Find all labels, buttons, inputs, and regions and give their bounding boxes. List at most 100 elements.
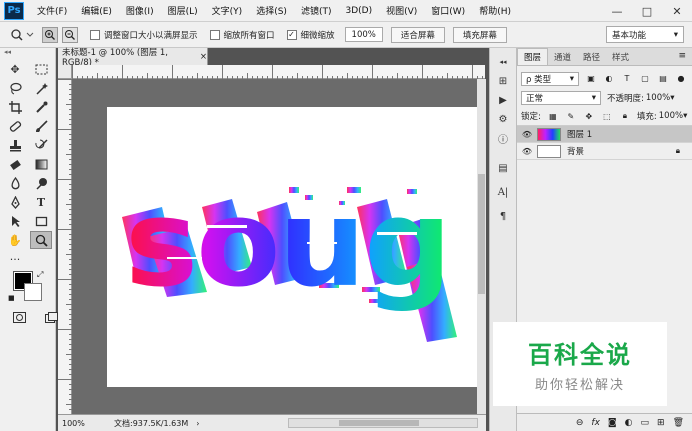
trash-icon[interactable]: 🗑︎ [673,418,684,428]
maximize-button[interactable]: □ [632,0,662,22]
tool-preset-picker[interactable] [6,25,38,45]
eraser-tool-icon[interactable] [4,155,26,173]
tab-styles[interactable]: 样式 [606,49,635,65]
eyedropper-tool-icon[interactable] [30,98,52,116]
filter-shape-icon[interactable]: ▢ [639,73,651,85]
magic-wand-tool-icon[interactable] [30,79,52,97]
visibility-eye-icon[interactable]: 👁︎ [517,130,537,139]
opacity-value[interactable]: 100% [646,93,670,103]
menu-file[interactable]: 文件(F) [30,4,74,17]
menu-3d[interactable]: 3D(D) [338,6,379,16]
history-panel-icon[interactable]: ⊞ [493,73,513,89]
fit-screen-button[interactable]: 适合屏幕 [390,26,445,43]
horizontal-ruler[interactable] [72,65,485,79]
fill-screen-button[interactable]: 填充屏幕 [452,26,507,43]
clone-stamp-tool-icon[interactable] [4,136,26,154]
menu-view[interactable]: 视图(V) [379,4,424,17]
swap-colors-icon[interactable]: ⤢ [37,270,43,280]
close-button[interactable]: ✕ [662,0,692,22]
lock-transparent-icon[interactable]: ▦ [547,110,559,122]
layer-row[interactable]: 👁︎ 背景 🔒︎ [517,143,692,160]
menu-type[interactable]: 文字(Y) [205,4,250,17]
link-layers-icon[interactable]: ⊖ [576,418,584,428]
filter-toggle-icon[interactable]: ● [675,73,687,85]
rectangle-tool-icon[interactable] [30,212,52,230]
pen-tool-icon[interactable] [4,193,26,211]
status-zoom-field[interactable]: 100% [58,419,88,428]
zoom-tool-icon[interactable] [30,231,52,249]
workspace-select[interactable]: 基本功能 ▾ [606,26,684,43]
scrollbar-thumb[interactable] [339,420,419,426]
lock-all-icon[interactable]: 🔒︎ [619,110,631,122]
chevron-down-icon[interactable]: ▾ [683,111,687,121]
more-tools-icon[interactable]: ··· [4,250,26,268]
healing-brush-tool-icon[interactable] [4,117,26,135]
crop-tool-icon[interactable] [4,98,26,116]
minimize-button[interactable]: — [602,0,632,22]
filter-smart-object-icon[interactable]: ▤ [657,73,669,85]
default-colors-icon[interactable]: ■ [8,294,15,302]
menu-help[interactable]: 帮助(H) [472,4,518,17]
zoom-out-button[interactable] [62,26,78,43]
zoom-all-checkbox[interactable]: 缩放所有窗口 [209,29,275,41]
resize-windows-checkbox[interactable]: 调整窗口大小以满屏显示 [90,29,198,41]
lock-position-icon[interactable]: ✥ [583,110,595,122]
document-tab[interactable]: 未标题-1 @ 100% (图层 1, RGB/8) * × [58,48,208,68]
scrollbar-thumb[interactable] [478,174,485,294]
menu-window[interactable]: 窗口(W) [424,4,472,17]
actions-play-icon[interactable]: ▶ [493,92,513,108]
zoom-value-field[interactable]: 100% [344,27,383,42]
zoom-in-button[interactable] [42,26,58,43]
adjustment-layer-icon[interactable]: ◐ [625,418,633,428]
scrubby-zoom-checkbox[interactable]: ✓ 细微缩放 [286,29,335,41]
ruler-origin[interactable] [58,65,72,79]
type-tool-icon[interactable]: T [30,193,52,211]
quick-mask-icon[interactable] [8,308,30,326]
info-panel-icon[interactable]: ⓘ [493,130,513,146]
horizontal-scrollbar[interactable] [288,418,478,428]
menu-image[interactable]: 图像(I) [119,4,161,17]
lasso-tool-icon[interactable] [4,79,26,97]
character-panel-icon[interactable]: A| [493,184,513,200]
path-selection-tool-icon[interactable] [4,212,26,230]
properties-panel-icon[interactable]: ⚙ [493,111,513,127]
dodge-tool-icon[interactable] [30,174,52,192]
new-layer-icon[interactable]: ⊞ [657,418,665,428]
layer-row[interactable]: 👁︎ 图层 1 [517,126,692,143]
menu-filter[interactable]: 滤镜(T) [294,4,339,17]
hand-tool-icon[interactable]: ✋ [4,231,26,249]
menu-select[interactable]: 选择(S) [249,4,294,17]
tab-layers[interactable]: 图层 [517,48,549,65]
chevron-down-icon[interactable]: ▾ [670,93,674,103]
paragraph-panel-icon[interactable]: ¶ [493,208,513,224]
status-arrow-icon[interactable]: › [196,419,199,428]
filter-type-icon[interactable]: T [621,73,633,85]
expand-panels-icon[interactable]: ◂◂ [493,54,513,70]
adjustments-panel-icon[interactable]: ▤ [493,160,513,176]
fill-value[interactable]: 100% [659,111,683,121]
close-tab-icon[interactable]: × [200,52,207,62]
visibility-eye-icon[interactable]: 👁︎ [517,147,537,156]
marquee-tool-icon[interactable] [30,60,52,78]
move-tool-icon[interactable]: ✥ [4,60,26,78]
document-canvas[interactable]: soug [107,107,477,387]
group-folder-icon[interactable]: ▭ [641,418,650,428]
filter-kind-select[interactable]: ρ 类型 ▾ [521,71,579,86]
filter-adjustment-icon[interactable]: ◐ [603,73,615,85]
lock-artboard-icon[interactable]: ⬚ [601,110,613,122]
gradient-tool-icon[interactable] [30,155,52,173]
history-brush-tool-icon[interactable] [30,136,52,154]
add-mask-icon[interactable]: ◙ [608,418,617,428]
vertical-ruler[interactable] [58,79,72,416]
blur-tool-icon[interactable] [4,174,26,192]
menu-edit[interactable]: 编辑(E) [74,4,119,17]
panel-menu-icon[interactable]: ≡ [678,51,686,61]
fx-icon[interactable]: fx [591,418,600,428]
filter-pixel-icon[interactable]: ▣ [585,73,597,85]
background-color-swatch[interactable] [24,283,42,301]
menu-layer[interactable]: 图层(L) [161,4,205,17]
collapse-arrows-icon[interactable]: ◂◂ [0,48,55,60]
blend-mode-select[interactable]: 正常 ▾ [521,90,601,105]
lock-image-icon[interactable]: ✎ [565,110,577,122]
vertical-scrollbar[interactable] [477,79,486,414]
